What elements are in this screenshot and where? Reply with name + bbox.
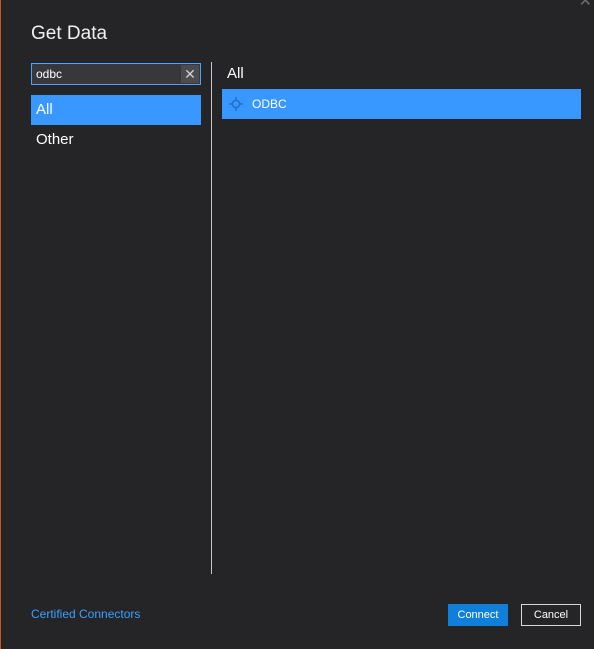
results-list: ODBC [222,89,581,119]
certified-connectors-link[interactable]: Certified Connectors [31,607,140,621]
panel-divider [211,62,212,574]
close-icon[interactable]: ✕ [579,0,592,10]
category-item-all[interactable]: All [31,95,201,125]
category-list: All Other [31,95,201,155]
dialog-title: Get Data [31,23,108,44]
connect-button[interactable]: Connect [448,604,508,626]
category-item-label: All [36,101,53,118]
result-item-label: ODBC [252,97,287,111]
search-input[interactable] [32,64,180,84]
get-data-dialog: ✕ Get Data ✕ All Other All ODBC Certifie… [0,0,594,649]
result-item-odbc[interactable]: ODBC [222,89,581,119]
odbc-connector-icon [228,96,244,112]
category-item-label: Other [36,131,74,148]
category-item-other[interactable]: Other [31,125,201,155]
results-section-title: All [227,65,244,82]
cancel-button[interactable]: Cancel [521,604,581,626]
clear-search-icon[interactable]: ✕ [181,65,199,83]
search-box: ✕ [31,63,201,85]
